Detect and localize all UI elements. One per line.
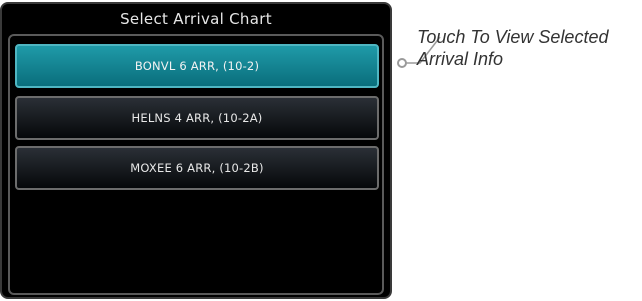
stage: Select Arrival Chart BONVL 6 ARR, (10-2)…: [0, 0, 642, 301]
arrival-chart-item-bonvl[interactable]: BONVL 6 ARR, (10-2): [15, 44, 379, 88]
callout-annotation: Touch To View Selected Arrival Info: [417, 26, 639, 70]
callout-line-2: Arrival Info: [417, 49, 504, 69]
arrival-chart-item-helns[interactable]: HELNS 4 ARR, (10-2A): [15, 96, 379, 140]
callout-line-1: Touch To View Selected: [417, 27, 609, 47]
arrival-chart-list: BONVL 6 ARR, (10-2) HELNS 4 ARR, (10-2A)…: [8, 34, 384, 295]
callout-dot: [397, 58, 407, 68]
select-arrival-chart-window: Select Arrival Chart BONVL 6 ARR, (10-2)…: [0, 2, 392, 299]
window-title: Select Arrival Chart: [120, 10, 272, 28]
arrival-chart-item-moxee[interactable]: MOXEE 6 ARR, (10-2B): [15, 146, 379, 190]
